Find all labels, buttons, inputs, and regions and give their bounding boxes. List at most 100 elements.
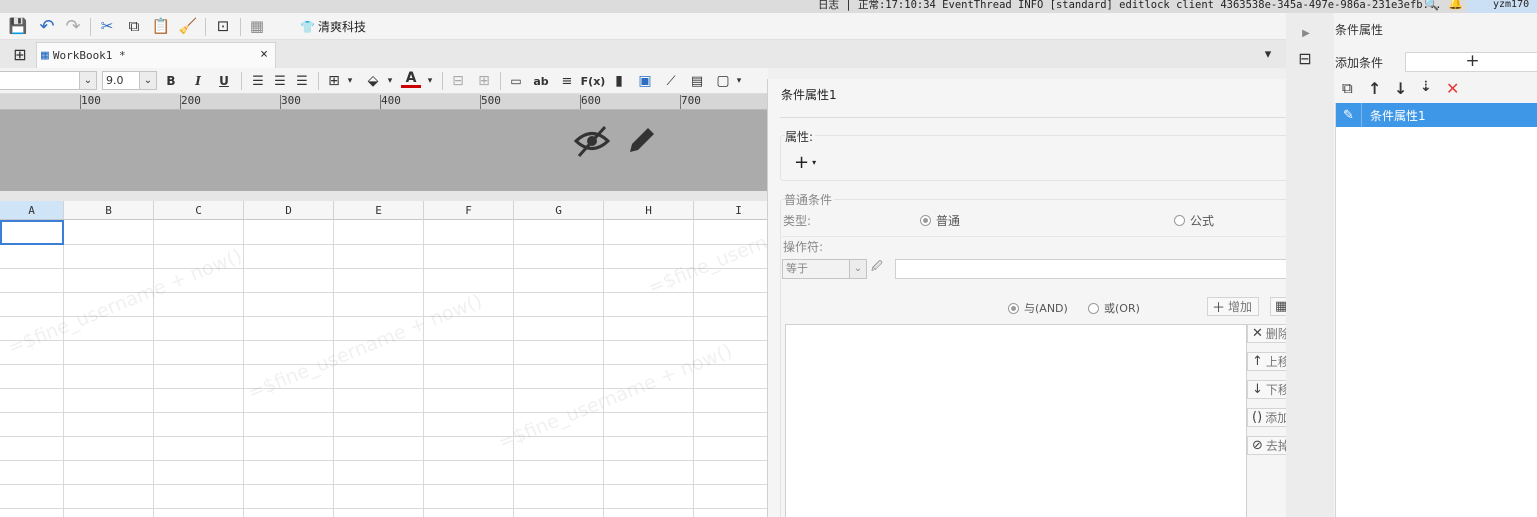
- column-header[interactable]: D: [244, 201, 334, 220]
- sort-down-icon[interactable]: ⇣: [1420, 79, 1432, 95]
- formula-icon[interactable]: F(x): [581, 71, 606, 91]
- add-button[interactable]: ＋增加: [1207, 297, 1259, 316]
- grid-line: [423, 220, 424, 517]
- and-radio[interactable]: [1008, 303, 1019, 314]
- ruler-tick: [580, 95, 581, 109]
- font-size-select[interactable]: 9.0 ⌄: [102, 71, 157, 90]
- add-button-label: 增加: [1228, 300, 1253, 314]
- header-preview-area: [0, 110, 768, 191]
- ab-icon[interactable]: ab: [531, 71, 551, 91]
- font-family-select[interactable]: ⌄: [0, 71, 97, 90]
- brand-button[interactable]: 👕 清爽科技: [300, 18, 366, 35]
- column-header[interactable]: E: [334, 201, 424, 220]
- bold-button[interactable]: B: [163, 72, 179, 90]
- column-header[interactable]: B: [64, 201, 154, 220]
- underline-button[interactable]: U: [216, 72, 232, 90]
- hide-eye-icon[interactable]: [573, 124, 611, 166]
- selected-cell[interactable]: [0, 220, 64, 245]
- add-condition-button[interactable]: +: [1405, 52, 1537, 72]
- add-attribute-button[interactable]: + ▾: [790, 151, 820, 173]
- or-label: 或(OR): [1104, 302, 1140, 315]
- unmerge-cells-icon: ⊞: [478, 73, 490, 89]
- condition-list[interactable]: [785, 324, 1247, 517]
- align-center-icon[interactable]: ☰: [270, 71, 290, 91]
- main-toolbar: 💾 ↶ ↷ ✂ ⧉ 📋 🧹 ⊡ ▦ 👕 清爽科技: [0, 13, 1286, 40]
- toolbar-divider: [442, 72, 443, 90]
- attributes-group: [780, 135, 1322, 181]
- brand-label: 清爽科技: [317, 20, 366, 34]
- column-header[interactable]: A: [0, 201, 64, 220]
- condition-attribute-list[interactable]: ✎ 条件属性1: [1335, 103, 1537, 517]
- cut-icon[interactable]: ✂: [97, 16, 117, 36]
- grid-line: [63, 220, 64, 517]
- chevron-down-icon[interactable]: ▾: [380, 71, 400, 91]
- undo-icon[interactable]: ↶: [37, 16, 57, 37]
- ruler-tick: [280, 95, 281, 109]
- copy-icon[interactable]: ⧉: [124, 16, 144, 36]
- type-normal-radio[interactable]: [920, 215, 931, 226]
- format-toolbar: ⌄ 9.0 ⌄ B I U ☰ ☰ ☰ ⊞ ▾ ⬙ ▾ A ▾ ⊟ ⊞ ▭ ab …: [0, 68, 768, 94]
- operator-label: 操作符:: [783, 240, 824, 254]
- disabled-tool-icon: ▦: [249, 17, 265, 35]
- close-icon[interactable]: ×: [260, 47, 268, 62]
- align-left-icon[interactable]: ☰: [248, 71, 268, 91]
- chevron-down-icon[interactable]: ▾: [729, 71, 749, 91]
- chevron-down-icon[interactable]: ▾: [420, 71, 440, 91]
- search-icon[interactable]: 🔍: [1424, 0, 1439, 11]
- arrow-up-icon: ↑: [1252, 354, 1263, 369]
- list-item[interactable]: ✎ 条件属性1: [1336, 103, 1537, 127]
- delete-x-icon: ✕: [1252, 326, 1263, 341]
- chart-icon[interactable]: ▮: [609, 71, 629, 91]
- ruler-mark: 100: [81, 94, 101, 107]
- save-icon[interactable]: 💾: [8, 16, 28, 36]
- log-bar: 日志 | 正常:17:10:34 EventThread INFO [stand…: [0, 0, 1537, 13]
- spreadsheet-grid[interactable]: A B C D E F G H I =$fine_username + now(…: [0, 201, 768, 517]
- chevron-down-icon[interactable]: ▾: [340, 71, 360, 91]
- sub-report-icon[interactable]: ▤: [687, 71, 707, 91]
- copy-icon[interactable]: ⧉: [1342, 79, 1353, 97]
- user-name[interactable]: yzm170: [1467, 0, 1537, 13]
- slash-icon[interactable]: ⟋: [661, 71, 681, 91]
- column-header[interactable]: I: [694, 201, 768, 220]
- chevron-down-icon: ⌄: [79, 72, 96, 89]
- italic-button[interactable]: I: [190, 72, 206, 90]
- align-right-icon[interactable]: ☰: [292, 71, 312, 91]
- paste-icon[interactable]: 📋: [151, 16, 171, 36]
- edit-pencil-icon[interactable]: [626, 124, 658, 164]
- font-color-icon[interactable]: A: [401, 70, 421, 88]
- column-header[interactable]: G: [514, 201, 604, 220]
- ruler-mark: 300: [281, 94, 301, 107]
- format-painter-icon[interactable]: 🧹: [178, 16, 198, 36]
- condition-value-input[interactable]: [895, 259, 1321, 279]
- redo-icon[interactable]: ↷: [63, 16, 83, 37]
- ruler-mark: 600: [581, 94, 601, 107]
- or-radio[interactable]: [1088, 303, 1099, 314]
- column-header[interactable]: F: [424, 201, 514, 220]
- ruler-mark: 700: [681, 94, 701, 107]
- tab-workbook1[interactable]: ▦ WorkBook1 * ×: [36, 42, 276, 68]
- panel-title: 条件属性: [1335, 23, 1384, 37]
- arrow-up-icon[interactable]: ↑: [1368, 79, 1381, 98]
- image-icon[interactable]: ▣: [635, 71, 655, 91]
- ruler-tick: [680, 95, 681, 109]
- grid-view-icon[interactable]: ⊞: [10, 44, 30, 64]
- text-cell-icon[interactable]: ▭: [506, 71, 526, 91]
- panel-toggle-icon[interactable]: ⊟: [1295, 48, 1315, 68]
- chevron-down-icon: ⌄: [139, 72, 156, 89]
- plus-icon: +: [794, 151, 810, 173]
- bell-icon[interactable]: 🔔: [1448, 0, 1463, 10]
- tab-bar: ⊞ ▦ WorkBook1 * × ▾: [0, 40, 1286, 68]
- operator-select[interactable]: 等于 ⌄: [782, 259, 867, 279]
- toolbar-divider: [90, 18, 91, 36]
- condition-attribute-dialog: 条件属性1 属性: + ▾ 普通条件 类型: 普通 公式 操作符: 等于 ⌄ 🖉 …: [767, 79, 1337, 517]
- expand-arrow-icon[interactable]: ▶: [1296, 23, 1316, 43]
- delete-x-icon[interactable]: ✕: [1446, 79, 1459, 98]
- value-type-icon[interactable]: 🖉: [871, 258, 883, 277]
- arrow-down-icon[interactable]: ↓: [1394, 79, 1407, 98]
- column-header[interactable]: C: [154, 201, 244, 220]
- dropdown-menu-icon[interactable]: ▾: [1258, 44, 1278, 64]
- column-header[interactable]: H: [604, 201, 694, 220]
- type-formula-radio[interactable]: [1174, 215, 1185, 226]
- wrap-text-icon[interactable]: ≡: [557, 71, 577, 91]
- preview-icon[interactable]: ⊡: [213, 16, 233, 36]
